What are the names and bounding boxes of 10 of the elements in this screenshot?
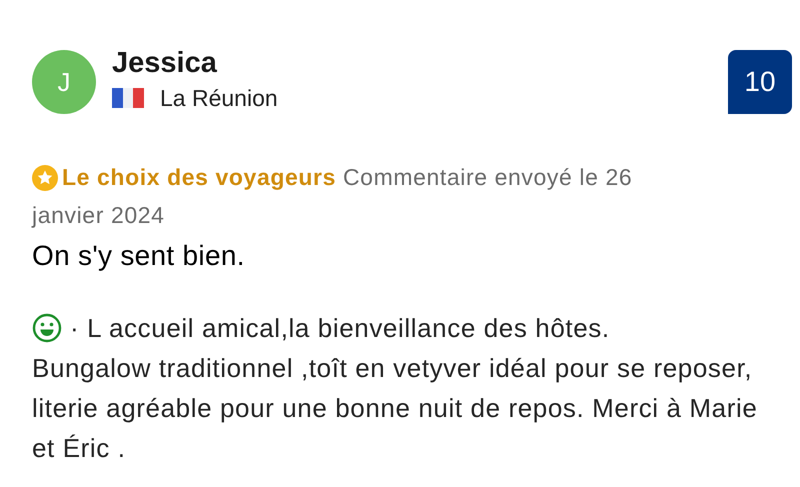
smiley-icon bbox=[32, 313, 62, 343]
score-badge: 10 bbox=[728, 50, 792, 114]
review-meta: Le choix des voyageurs Commentaire envoyé le 26 janvier 2024 bbox=[32, 163, 634, 230]
avatar: J bbox=[32, 50, 96, 114]
review-text: · L accueil amical,la bienveillance des hôtes. bbox=[70, 312, 610, 345]
reviewer-name: Jessica bbox=[112, 46, 218, 78]
review-text: Bungalow traditionnel ,toît en vetyver idéal pour se reposer, literie agréable pour une bonne nuit de repos. Merci à Marie et Éric . bbox=[32, 352, 758, 465]
flag-icon bbox=[112, 88, 144, 108]
review-title: On s'y sent bien. bbox=[32, 240, 246, 272]
reviewer-country: La Réunion bbox=[160, 84, 278, 112]
